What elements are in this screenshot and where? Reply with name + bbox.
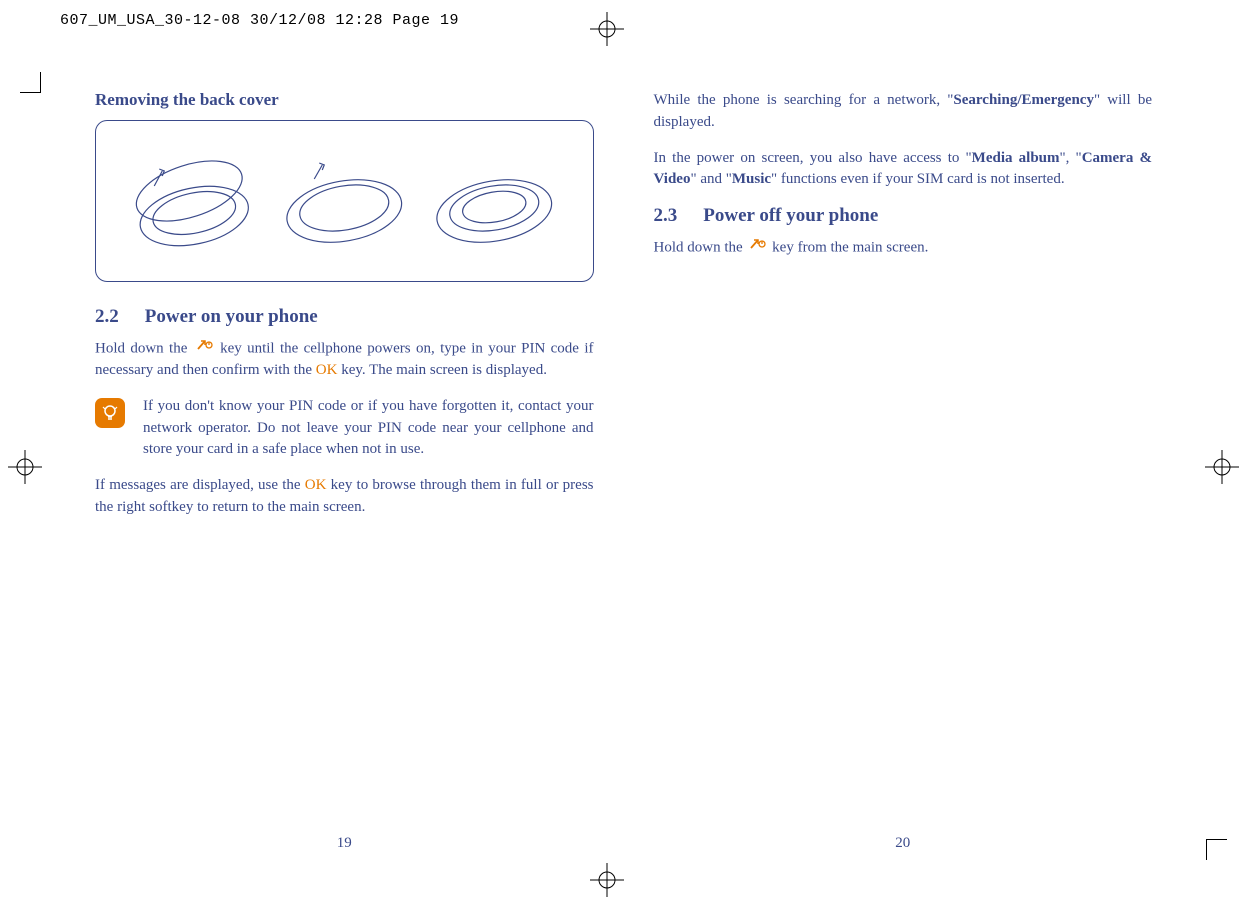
power-key-icon bbox=[748, 237, 766, 259]
print-header: 607_UM_USA_30-12-08 30/12/08 12:28 Page … bbox=[60, 12, 459, 29]
heading-text: Power off your phone bbox=[703, 205, 878, 226]
section-title-removing-cover: Removing the back cover bbox=[95, 90, 594, 110]
page-number-left: 19 bbox=[95, 835, 594, 852]
heading-number: 2.3 bbox=[654, 205, 678, 227]
para-power-on: Hold down the key until the cellphone po… bbox=[95, 338, 594, 382]
page-spread: Removing the back cover bbox=[95, 90, 1152, 852]
heading-2-2: 2.2 Power on your phone bbox=[95, 306, 594, 328]
para-power-off: Hold down the key from the main screen. bbox=[654, 237, 1153, 259]
page-number-right: 20 bbox=[654, 835, 1153, 852]
registration-mark-left bbox=[8, 450, 42, 489]
para-messages: If messages are displayed, use the OK ke… bbox=[95, 475, 594, 519]
right-page: While the phone is searching for a netwo… bbox=[654, 90, 1153, 852]
para-searching: While the phone is searching for a netwo… bbox=[654, 90, 1153, 134]
tip-block: If you don't know your PIN code or if yo… bbox=[95, 396, 594, 461]
power-key-icon bbox=[195, 338, 213, 360]
ok-key-label: OK bbox=[316, 362, 338, 378]
heading-2-3: 2.3 Power off your phone bbox=[654, 205, 1153, 227]
crop-mark-br bbox=[1206, 839, 1227, 860]
left-page: Removing the back cover bbox=[95, 90, 594, 852]
bold-media-album: Media album bbox=[972, 150, 1060, 166]
registration-mark-bottom bbox=[590, 863, 624, 902]
registration-mark-top bbox=[590, 12, 624, 51]
para-power-on-screen: In the power on screen, you also have ac… bbox=[654, 148, 1153, 192]
ok-key-label: OK bbox=[305, 477, 327, 493]
lightbulb-icon bbox=[95, 398, 125, 428]
tip-text: If you don't know your PIN code or if yo… bbox=[143, 396, 594, 461]
bold-searching-emergency: Searching/Emergency bbox=[953, 92, 1094, 108]
figure-remove-back-cover bbox=[95, 120, 594, 282]
crop-mark-tl bbox=[20, 72, 41, 93]
phone-illustration bbox=[96, 121, 593, 281]
heading-text: Power on your phone bbox=[145, 306, 318, 327]
bold-music: Music bbox=[732, 171, 771, 187]
registration-mark-right bbox=[1205, 450, 1239, 489]
heading-number: 2.2 bbox=[95, 306, 119, 328]
